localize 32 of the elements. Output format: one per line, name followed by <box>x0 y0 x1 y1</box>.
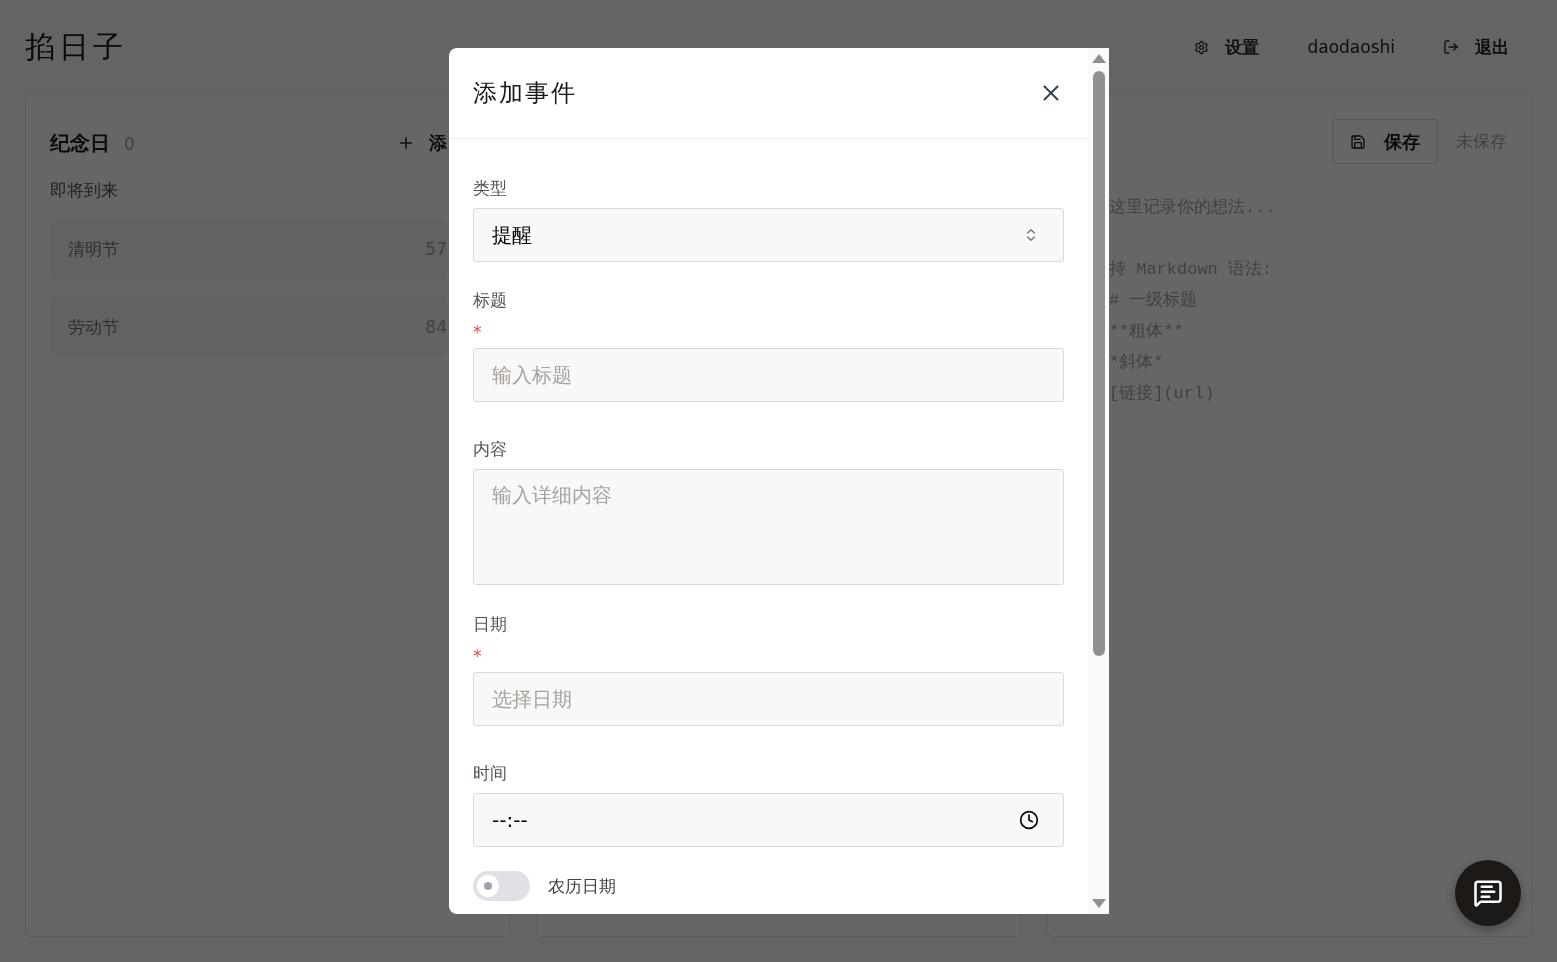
toggle-label: 农历日期 <box>548 874 616 898</box>
required-mark: * <box>473 646 482 666</box>
toggle-switch[interactable] <box>473 871 530 901</box>
settings-icon <box>1194 39 1210 55</box>
field-label: 日期 <box>473 613 508 636</box>
input-field[interactable]: 输入标题 <box>473 348 1064 402</box>
save-button[interactable]: 保存 <box>1332 119 1438 164</box>
plus-icon <box>397 134 415 152</box>
logout-link[interactable]: 退出 <box>1443 35 1509 59</box>
add-button[interactable]: 添 <box>397 131 447 155</box>
settings-link[interactable]: 设置 <box>1194 35 1260 59</box>
field-label: 内容 <box>473 438 508 461</box>
app-title: 掐日子 <box>25 27 127 66</box>
input-field[interactable]: 选择日期 <box>473 672 1064 726</box>
type-select[interactable]: 提醒 <box>473 208 1064 262</box>
scrollbar-thumb[interactable] <box>1092 71 1105 656</box>
time-field[interactable]: --:-- <box>473 793 1064 847</box>
clock-icon <box>1019 810 1039 830</box>
scroll-down-arrow[interactable] <box>1091 899 1106 908</box>
panel-title: 纪念日 <box>50 129 110 157</box>
field-label: 时间 <box>473 762 508 785</box>
logout-icon <box>1443 39 1459 55</box>
content-field[interactable]: 输入详细内容 <box>473 469 1064 585</box>
section-label: 即将到来 <box>50 179 119 202</box>
username-link[interactable]: daodaoshi <box>1307 37 1395 57</box>
chat-icon <box>1473 878 1503 908</box>
field-label: 类型 <box>473 177 508 200</box>
dialog-title: 添加事件 <box>473 78 577 109</box>
required-mark: * <box>473 322 482 342</box>
field-label: 标题 <box>473 289 508 312</box>
scroll-up-arrow[interactable] <box>1091 54 1106 63</box>
save-icon <box>1350 133 1366 150</box>
